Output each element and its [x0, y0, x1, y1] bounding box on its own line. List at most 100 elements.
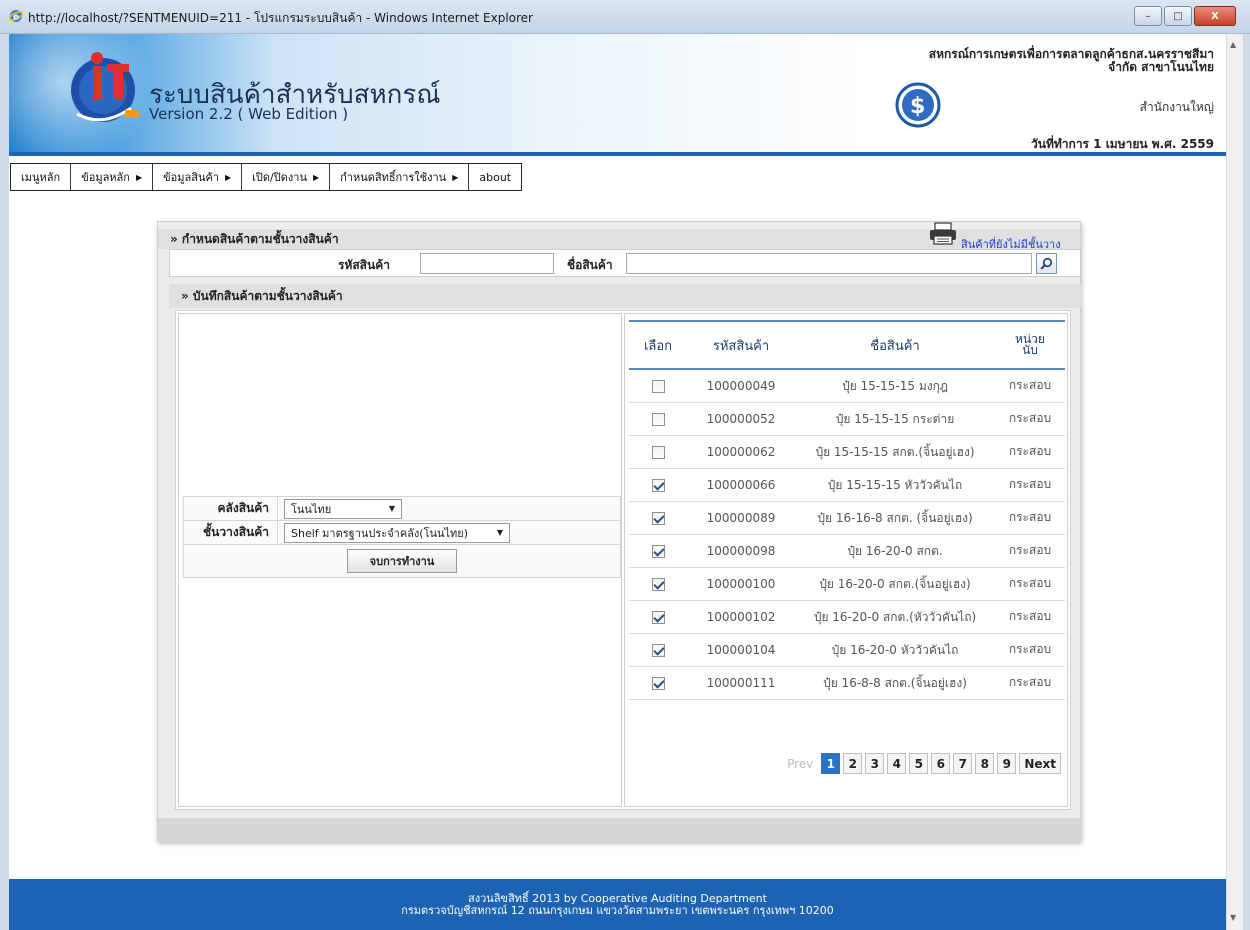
header-divider	[9, 152, 1226, 156]
row-checkbox[interactable]	[651, 511, 665, 525]
row-code: 100000111	[687, 666, 795, 700]
row-checkbox[interactable]	[651, 412, 665, 426]
pagination: Prev 1 2 3 4 5 6 7 8 9 Next	[782, 753, 1061, 774]
row-code: 100000049	[687, 369, 795, 403]
row-checkbox[interactable]	[651, 577, 665, 591]
row-unit: กระสอบ	[995, 666, 1065, 700]
row-name: ปุ๋ย 16-20-0 สกต.(หัววัวคันไถ)	[795, 600, 995, 634]
pager-page-4[interactable]: 4	[887, 753, 907, 774]
pager-next[interactable]: Next	[1019, 753, 1061, 774]
row-unit: กระสอบ	[995, 534, 1065, 568]
dollar-icon: $	[895, 82, 941, 128]
printer-icon[interactable]	[928, 222, 958, 246]
row-code: 100000100	[687, 567, 795, 601]
table-row: 100000102 ปุ๋ย 16-20-0 สกต.(หัววัวคันไถ) ก…	[629, 600, 1065, 634]
row-checkbox[interactable]	[651, 379, 665, 393]
menu-item-label: ข้อมูลหลัก	[81, 171, 130, 184]
scroll-down-icon[interactable]: ▼	[1230, 913, 1236, 922]
scroll-up-icon[interactable]: ▲	[1230, 40, 1236, 49]
close-button[interactable]: X	[1194, 6, 1236, 26]
main-menu: เมนูหลัก ข้อมูลหลัก ▶ ข้อมูลสินค้า ▶ เปิด/…	[10, 163, 523, 191]
pager-page-9[interactable]: 9	[997, 753, 1017, 774]
it-logo-icon	[71, 52, 139, 122]
pager-page-2[interactable]: 2	[843, 753, 863, 774]
page-footer: สงวนลิขสิทธิ์ 2013 by Cooperative Auditi…	[9, 879, 1226, 930]
col-header-name: ชื่อสินค้า	[795, 320, 995, 370]
pager-page-7[interactable]: 7	[953, 753, 973, 774]
row-code: 100000089	[687, 501, 795, 535]
pager-page-5[interactable]: 5	[909, 753, 929, 774]
row-unit: กระสอบ	[995, 435, 1065, 469]
submenu-arrow-icon: ▶	[225, 172, 232, 182]
submenu-arrow-icon: ▶	[135, 172, 143, 182]
submenu-arrow-icon: ▶	[452, 172, 459, 182]
vertical-scrollbar[interactable]: ▲ ▼	[1226, 34, 1243, 930]
row-checkbox[interactable]	[651, 544, 665, 558]
menu-item-label: about	[479, 170, 512, 184]
menu-item-open-close[interactable]: เปิด/ปิดงาน ▶	[242, 164, 331, 190]
row-unit: กระสอบ	[995, 633, 1065, 667]
warehouse-label: คลังสินค้า	[183, 496, 278, 521]
window-controls: – □ X	[1134, 6, 1236, 26]
row-code: 100000104	[687, 633, 795, 667]
row-checkbox[interactable]	[651, 610, 665, 624]
row-checkbox[interactable]	[651, 676, 665, 690]
menu-item-label: เมนูหลัก	[21, 171, 61, 184]
row-code: 100000066	[687, 468, 795, 502]
table-row: 100000049 ปุ๋ย 15-15-15 มงกุฎ กระสอบ	[629, 369, 1065, 403]
pager-page-3[interactable]: 3	[865, 753, 885, 774]
search-row: รหัสสินค้า ชื่อสินค้า	[169, 249, 1081, 277]
row-name: ปุ๋ย 16-20-0 หัววัวคันไถ	[795, 633, 995, 667]
row-checkbox[interactable]	[651, 643, 665, 657]
minimize-button[interactable]: –	[1134, 6, 1162, 26]
warehouse-select[interactable]: โนนไทย ▼	[284, 498, 402, 519]
pager-page-6[interactable]: 6	[931, 753, 951, 774]
product-grid-box: เลือก รหัสสินค้า ชื่อสินค้า หน่วย นับ 10…	[624, 313, 1068, 807]
menu-item-home[interactable]: เมนูหลัก	[11, 164, 72, 190]
col-header-unit: หน่วย นับ	[995, 320, 1065, 370]
product-code-input[interactable]	[420, 253, 554, 274]
product-name-input[interactable]	[626, 253, 1032, 274]
panel-footer-bar	[158, 818, 1080, 842]
row-code: 100000102	[687, 600, 795, 634]
row-name: ปุ๋ย 16-8-8 สกต.(จิ้นอยู่เฮง)	[795, 666, 995, 700]
row-code: 100000062	[687, 435, 795, 469]
search-icon	[1040, 257, 1053, 270]
window-frame-right	[1243, 34, 1250, 930]
menu-item-product-data[interactable]: ข้อมูลสินค้า ▶	[153, 164, 243, 190]
row-unit: กระสอบ	[995, 600, 1065, 634]
end-work-button[interactable]: จบการทำงาน	[347, 549, 457, 573]
maximize-button[interactable]: □	[1164, 6, 1192, 26]
menu-item-about[interactable]: about	[469, 164, 521, 190]
menu-item-master-data[interactable]: ข้อมูลหลัก ▶	[71, 164, 154, 190]
col-header-select: เลือก	[629, 320, 687, 370]
row-name: ปุ๋ย 15-15-15 กระต่าย	[795, 402, 995, 436]
grid-header-row: เลือก รหัสสินค้า ชื่อสินค้า หน่วย นับ	[629, 320, 1065, 370]
row-checkbox[interactable]	[651, 445, 665, 459]
col-header-code: รหัสสินค้า	[687, 320, 795, 370]
warehouse-value: โนนไทย	[291, 502, 332, 516]
menu-item-permissions[interactable]: กำหนดสิทธิ์การใช้งาน ▶	[330, 164, 470, 190]
shelf-value: Shelf มาตรฐานประจำคลัง(โนนไทย)	[291, 526, 469, 540]
address-text: กรมตรวจบัญชีสหกรณ์ 12 ถนนกรุงเกษม แขวงวั…	[401, 904, 834, 917]
pager-page-8[interactable]: 8	[975, 753, 995, 774]
pager-page-1[interactable]: 1	[821, 753, 841, 774]
col-header-unit-line2: นับ	[1022, 343, 1038, 357]
shelf-select[interactable]: Shelf มาตรฐานประจำคลัง(โนนไทย) ▼	[284, 522, 510, 543]
table-row: 100000098 ปุ๋ย 16-20-0 สกต. กระสอบ	[629, 534, 1065, 568]
submenu-arrow-icon: ▶	[312, 172, 320, 182]
row-name: ปุ๋ย 15-15-15 สกต.(จิ้นอยู่เฮง)	[795, 435, 995, 469]
row-checkbox[interactable]	[651, 478, 665, 492]
window-title: http://localhost/?SENTMENUID=211 - โปรแก…	[28, 11, 533, 25]
pager-prev: Prev	[787, 756, 814, 771]
header-banner: ระบบสินค้าสำหรับสหกรณ์ Version 2.2 ( Web…	[9, 34, 1226, 156]
page-viewport: ระบบสินค้าสำหรับสหกรณ์ Version 2.2 ( Web…	[9, 34, 1226, 930]
chevron-down-icon: ▼	[496, 528, 503, 537]
product-grid: เลือก รหัสสินค้า ชื่อสินค้า หน่วย นับ 10…	[629, 320, 1065, 700]
row-name: ปุ๋ย 16-20-0 สกต.(จิ้นอยู่เฮง)	[795, 567, 995, 601]
search-button[interactable]	[1036, 253, 1057, 274]
row-name: ปุ๋ย 15-15-15 หัววัวคันไถ	[795, 468, 995, 502]
table-row: 100000104 ปุ๋ย 16-20-0 หัววัวคันไถ กระสอบ	[629, 633, 1065, 667]
table-row: 100000100 ปุ๋ย 16-20-0 สกต.(จิ้นอยู่เฮง) ก…	[629, 567, 1065, 601]
table-row: 100000111 ปุ๋ย 16-8-8 สกต.(จิ้นอยู่เฮง) กร…	[629, 666, 1065, 700]
